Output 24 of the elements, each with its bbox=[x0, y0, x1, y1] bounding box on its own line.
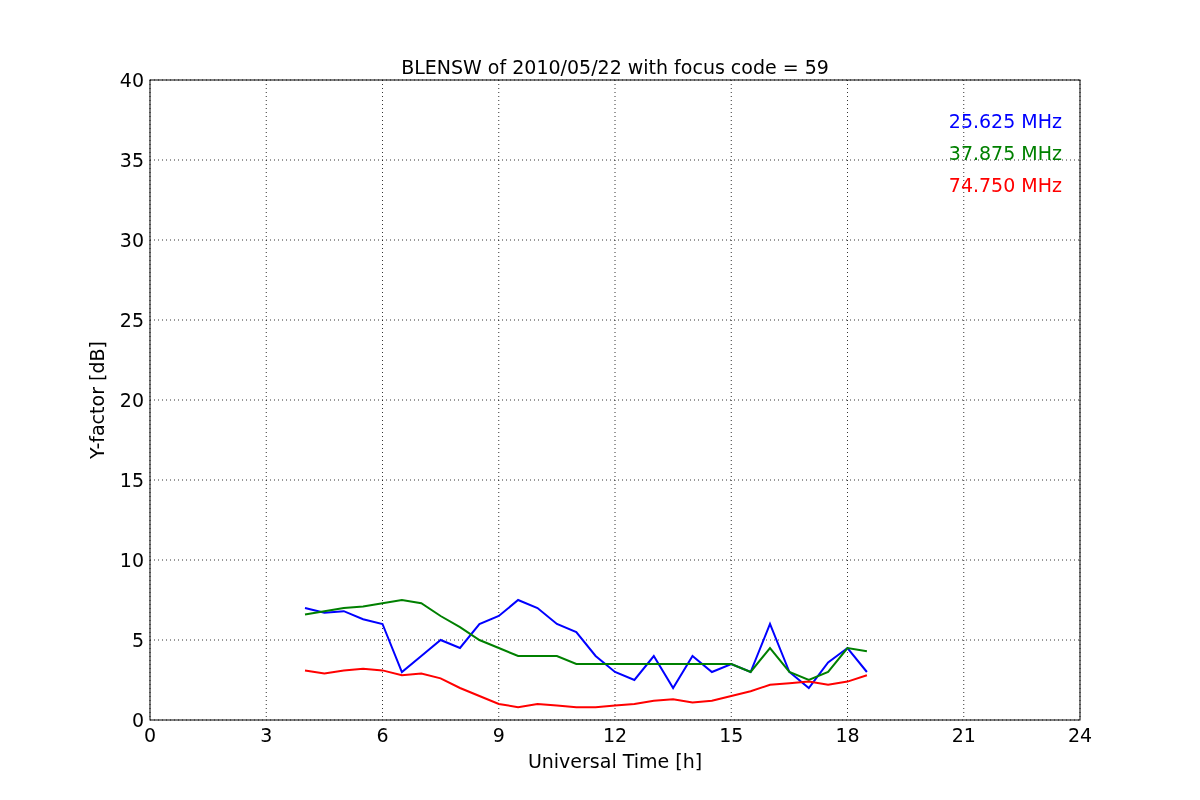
y-tick-label: 35 bbox=[119, 149, 144, 171]
x-tick-label: 21 bbox=[951, 724, 976, 746]
y-tick-label: 0 bbox=[131, 709, 144, 731]
y-tick-label: 20 bbox=[119, 389, 144, 411]
legend-label: 37.875 MHz bbox=[948, 142, 1062, 164]
x-tick-label: 18 bbox=[835, 724, 860, 746]
y-axis-label: Y-factor [dB] bbox=[86, 341, 108, 459]
legend-label: 25.625 MHz bbox=[948, 110, 1062, 132]
x-axis-label: Universal Time [h] bbox=[527, 750, 703, 772]
legend-label: 74.750 MHz bbox=[948, 174, 1062, 196]
x-tick-label: 24 bbox=[1067, 724, 1093, 746]
chart-title: BLENSW of 2010/05/22 with focus code = 59 bbox=[401, 56, 829, 78]
x-tick-label: 6 bbox=[376, 724, 389, 746]
x-tick-label: 12 bbox=[602, 724, 628, 746]
x-tick-label: 0 bbox=[143, 724, 157, 746]
y-tick-label: 40 bbox=[119, 69, 144, 91]
x-tick-label: 3 bbox=[260, 724, 273, 746]
x-tick-label: 15 bbox=[719, 724, 744, 746]
y-tick-label: 15 bbox=[119, 469, 144, 491]
y-tick-label: 30 bbox=[119, 229, 144, 251]
x-tick-label: 9 bbox=[492, 724, 505, 746]
y-tick-label: 10 bbox=[119, 549, 144, 571]
y-tick-label: 5 bbox=[131, 629, 144, 651]
y-tick-label: 25 bbox=[119, 309, 144, 331]
